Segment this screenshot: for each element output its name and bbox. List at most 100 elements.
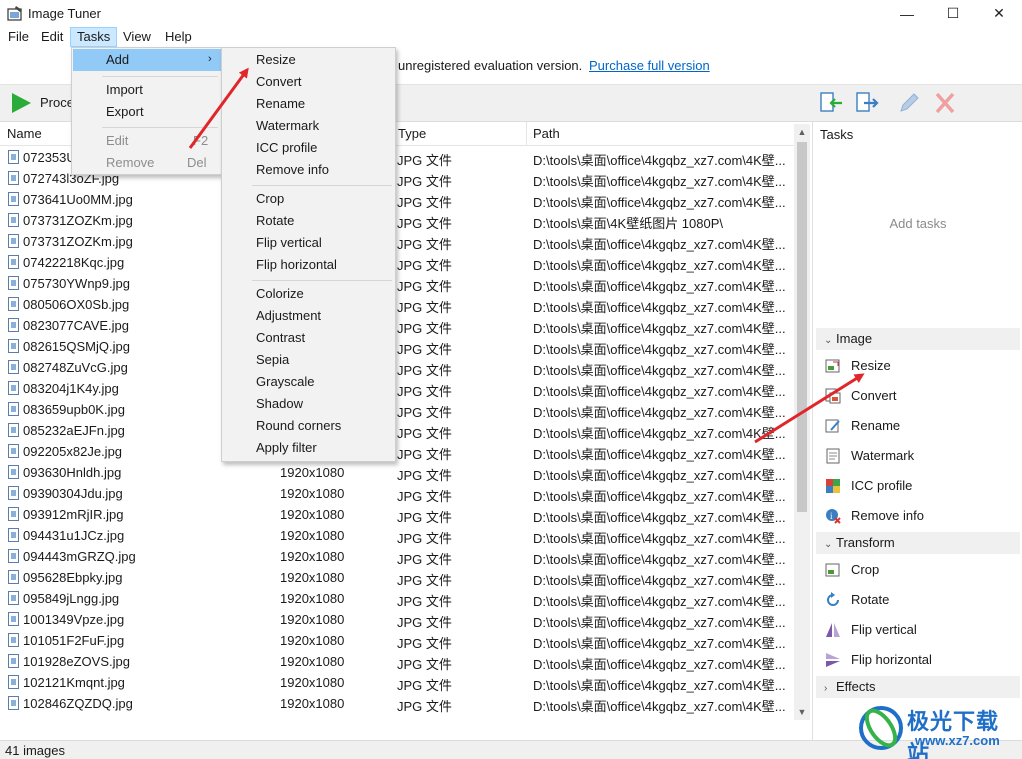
table-row[interactable]: 080506OX0Sb.jpg JPG 文件 D:\tools\桌面\office\…: [0, 294, 794, 315]
file-name: 072353U: [23, 150, 76, 165]
table-row[interactable]: 094443mGRZQ.jpg 1920x1080 JPG 文件 D:\tools\桌…: [0, 546, 794, 567]
file-path: D:\tools\桌面\office\4kgqbz_xz7.com\4K壁...: [533, 594, 786, 609]
table-row[interactable]: 075730YWnp9.jpg JPG 文件 D:\tools\桌面\office\…: [0, 273, 794, 294]
submenu-item-shadow[interactable]: Shadow: [223, 393, 395, 415]
submenu-item-contrast[interactable]: Contrast: [223, 327, 395, 349]
maximize-icon: ☐: [946, 5, 960, 21]
scroll-down-arrow-icon[interactable]: ▼: [794, 704, 810, 720]
column-header-name[interactable]: Name: [7, 126, 42, 141]
table-row[interactable]: 095628Ebpky.jpg 1920x1080 JPG 文件 D:\tools\桌…: [0, 567, 794, 588]
file-name: 073731ZOZKm.jpg: [23, 213, 133, 228]
submenu-item-grayscale[interactable]: Grayscale: [223, 371, 395, 393]
file-path: D:\tools\桌面\office\4kgqbz_xz7.com\4K壁...: [533, 342, 786, 357]
jpg-file-icon: [8, 381, 19, 395]
table-row[interactable]: 101928eZOVS.jpg 1920x1080 JPG 文件 D:\tools\桌…: [0, 651, 794, 672]
table-row[interactable]: 083204j1K4y.jpg JPG 文件 D:\tools\桌面\office\…: [0, 378, 794, 399]
table-row[interactable]: 082748ZuVcG.jpg JPG 文件 D:\tools\桌面\office\…: [0, 357, 794, 378]
file-name: 080506OX0Sb.jpg: [23, 297, 130, 312]
submenu-item-flip-vertical[interactable]: Flip vertical: [223, 232, 395, 254]
submenu-item-watermark[interactable]: Watermark: [223, 115, 395, 137]
vertical-scrollbar[interactable]: ▲ ▼: [794, 124, 810, 720]
submenu-item-apply-filter[interactable]: Apply filter: [223, 437, 395, 459]
crop-icon: [825, 563, 840, 577]
import-list-icon[interactable]: [818, 91, 844, 115]
file-name: 09390304Jdu.jpg: [23, 486, 123, 501]
table-row[interactable]: 093912mRjIR.jpg 1920x1080 JPG 文件 D:\tools\桌…: [0, 504, 794, 525]
table-row[interactable]: 093630Hnldh.jpg 1920x1080 JPG 文件 D:\tools\桌…: [0, 462, 794, 483]
image-dimensions: 1920x1080: [280, 465, 345, 480]
close-window-button[interactable]: ✕: [976, 0, 1022, 27]
menu-item-remove[interactable]: Remove Del: [73, 152, 221, 174]
menu-item-import[interactable]: Import: [73, 79, 221, 101]
menu-item-export[interactable]: Export: [73, 101, 221, 123]
table-row[interactable]: 102121Kmqnt.jpg 1920x1080 JPG 文件 D:\tools\桌…: [0, 672, 794, 693]
menu-item-add[interactable]: Add ›: [73, 49, 221, 71]
column-separator[interactable]: [526, 122, 527, 146]
submenu-item-colorize[interactable]: Colorize: [223, 283, 395, 305]
play-icon[interactable]: [10, 92, 32, 114]
process-button-label[interactable]: Proce: [40, 95, 74, 110]
submenu-item-crop[interactable]: Crop: [223, 188, 395, 210]
scroll-up-arrow-icon[interactable]: ▲: [794, 124, 810, 140]
file-path: D:\tools\桌面\office\4kgqbz_xz7.com\4K壁...: [533, 174, 786, 189]
group-header-effects[interactable]: › Effects: [816, 676, 1020, 698]
jpg-file-icon: [8, 360, 19, 374]
minimize-button[interactable]: —: [884, 0, 930, 27]
submenu-item-convert[interactable]: Convert: [223, 71, 395, 93]
table-row[interactable]: 092205x82Je.jpg JPG 文件 D:\tools\桌面\office\…: [0, 441, 794, 462]
table-row[interactable]: 073731ZOZKm.jpg JPG 文件 D:\tools\桌面\4K壁纸图片 …: [0, 210, 794, 231]
scrollbar-thumb[interactable]: [797, 142, 807, 512]
table-row[interactable]: 095849jLngg.jpg 1920x1080 JPG 文件 D:\tools\桌…: [0, 588, 794, 609]
delete-x-icon[interactable]: [932, 91, 958, 115]
file-path: D:\tools\桌面\office\4kgqbz_xz7.com\4K壁...: [533, 153, 786, 168]
table-row[interactable]: 073641Uo0MM.jpg JPG 文件 D:\tools\桌面\office\…: [0, 189, 794, 210]
submenu-item-resize[interactable]: Resize: [223, 49, 395, 71]
jpg-file-icon: [8, 276, 19, 290]
file-list[interactable]: Name Type Path 072353U JPG 文件 D:\tools\桌面\…: [0, 122, 810, 740]
group-header-transform[interactable]: ⌄ Transform: [816, 532, 1020, 554]
table-row[interactable]: 0823077CAVE.jpg JPG 文件 D:\tools\桌面\office\…: [0, 315, 794, 336]
table-row[interactable]: 085232aEJFn.jpg JPG 文件 D:\tools\桌面\office\…: [0, 420, 794, 441]
menu-help[interactable]: Help: [159, 27, 198, 47]
menu-edit[interactable]: Edit: [35, 27, 69, 47]
column-header-type[interactable]: Type: [398, 126, 426, 141]
export-list-icon[interactable]: [854, 91, 880, 115]
edit-pencil-icon[interactable]: [896, 91, 922, 115]
submenu-item-round-corners[interactable]: Round corners: [223, 415, 395, 437]
file-path: D:\tools\桌面\office\4kgqbz_xz7.com\4K壁...: [533, 279, 786, 294]
menu-tasks[interactable]: Tasks: [70, 27, 118, 47]
menu-view[interactable]: View: [117, 27, 157, 47]
table-row[interactable]: 1001349Vpze.jpg 1920x1080 JPG 文件 D:\tools\桌…: [0, 609, 794, 630]
jpg-file-icon: [8, 150, 19, 164]
table-row[interactable]: 07422218Kqc.jpg JPG 文件 D:\tools\桌面\office\…: [0, 252, 794, 273]
maximize-button[interactable]: ☐: [930, 0, 976, 27]
file-type: JPG 文件: [397, 195, 452, 210]
submenu-item-rotate[interactable]: Rotate: [223, 210, 395, 232]
purchase-link[interactable]: Purchase full version: [589, 58, 710, 73]
table-row[interactable]: 094431u1JCz.jpg 1920x1080 JPG 文件 D:\tools\桌…: [0, 525, 794, 546]
table-row[interactable]: 101051F2FuF.jpg 1920x1080 JPG 文件 D:\tools\桌…: [0, 630, 794, 651]
table-row[interactable]: 102846ZQZDQ.jpg 1920x1080 JPG 文件 D:\tools\桌…: [0, 693, 794, 714]
convert-icon: [825, 388, 841, 404]
submenu-item-adjustment[interactable]: Adjustment: [223, 305, 395, 327]
file-path: D:\tools\桌面\office\4kgqbz_xz7.com\4K壁...: [533, 384, 786, 399]
table-row[interactable]: 073731ZOZKm.jpg JPG 文件 D:\tools\桌面\office\…: [0, 231, 794, 252]
group-header-image[interactable]: ⌄ Image: [816, 328, 1020, 350]
menu-file[interactable]: File: [2, 27, 35, 47]
table-row[interactable]: 082615QSMjQ.jpg JPG 文件 D:\tools\桌面\office\…: [0, 336, 794, 357]
table-row[interactable]: 083659upb0K.jpg JPG 文件 D:\tools\桌面\office\…: [0, 399, 794, 420]
submenu-item-rename[interactable]: Rename: [223, 93, 395, 115]
submenu-item-icc-profile[interactable]: ICC profile: [223, 137, 395, 159]
submenu-item-flip-horizontal[interactable]: Flip horizontal: [223, 254, 395, 276]
submenu-item-remove-info[interactable]: Remove info: [223, 159, 395, 181]
table-row[interactable]: 09390304Jdu.jpg 1920x1080 JPG 文件 D:\tools\桌…: [0, 483, 794, 504]
image-dimensions: 1920x1080: [280, 570, 345, 585]
submenu-item-sepia[interactable]: Sepia: [223, 349, 395, 371]
column-header-path[interactable]: Path: [533, 126, 560, 141]
jpg-file-icon: [8, 339, 19, 353]
file-path: D:\tools\桌面\office\4kgqbz_xz7.com\4K壁...: [533, 552, 786, 567]
image-dimensions: 1920x1080: [280, 507, 345, 522]
watermark-brand: 极光下载站: [907, 709, 1000, 759]
menu-item-edit[interactable]: Edit F2: [73, 130, 221, 152]
evaluation-notice: unregistered evaluation version.: [398, 58, 583, 73]
